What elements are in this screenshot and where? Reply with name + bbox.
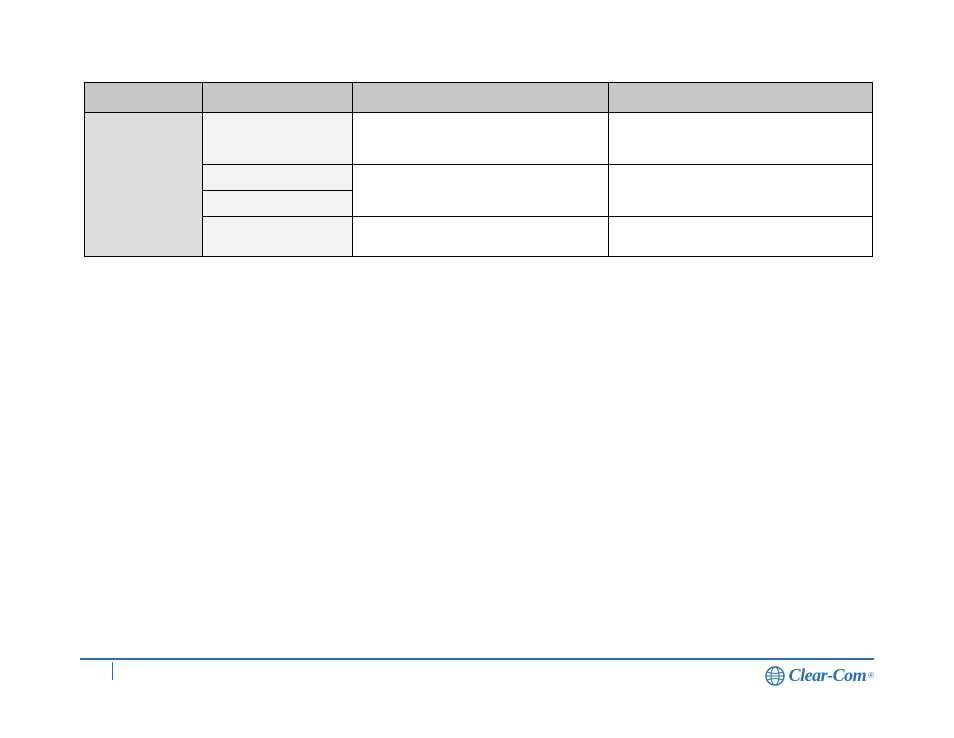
row-sub-1 — [203, 113, 353, 165]
page-root: Clear-Com ® — [0, 0, 954, 738]
row-sub-3 — [203, 191, 353, 217]
row-1-col-3 — [353, 113, 609, 165]
table-row — [85, 165, 873, 191]
col-header-4 — [609, 83, 873, 113]
brand-registered: ® — [868, 671, 874, 680]
row-sub-2 — [203, 165, 353, 191]
brand-logo: Clear-Com ® — [765, 665, 874, 686]
brand-name: Clear-Com — [789, 665, 867, 686]
col-header-3 — [353, 83, 609, 113]
row-sub-4 — [203, 217, 353, 257]
table-row — [85, 217, 873, 257]
col-header-1 — [85, 83, 203, 113]
row-1-col-4 — [609, 113, 873, 165]
globe-icon — [765, 666, 785, 686]
row-2-3-col-4 — [609, 165, 873, 217]
spec-table-wrap — [84, 82, 872, 257]
row-4-col-4 — [609, 217, 873, 257]
footer-rule — [80, 658, 874, 660]
footer-separator — [112, 662, 113, 680]
row-4-col-3 — [353, 217, 609, 257]
table-header-row — [85, 83, 873, 113]
table-row — [85, 113, 873, 165]
spec-table — [84, 82, 873, 257]
row-2-3-col-3 — [353, 165, 609, 217]
col-header-2 — [203, 83, 353, 113]
row-group-label — [85, 113, 203, 257]
